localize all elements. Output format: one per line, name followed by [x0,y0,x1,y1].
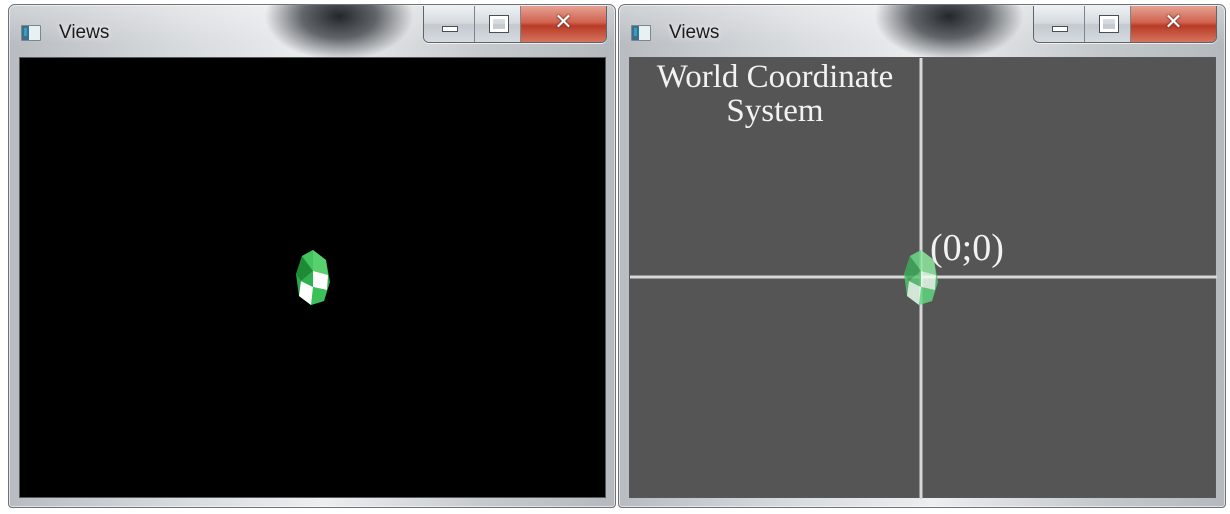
world-coordinate-label: World Coordinate System [630,60,920,128]
views-window-left: Views ✕ [8,4,616,508]
world-label-line2: System [726,93,824,129]
close-icon: ✕ [554,10,573,35]
minimize-button[interactable] [1034,6,1084,42]
maximize-button[interactable] [474,6,520,42]
viewport-scene [296,250,330,305]
app-window-icon[interactable] [21,25,41,41]
title-bar[interactable]: Views ✕ [9,5,615,55]
caption-buttons: ✕ [1033,6,1217,43]
maximize-button[interactable] [1084,6,1130,42]
viewport-black[interactable] [19,57,606,498]
minimize-button[interactable] [424,6,474,42]
origin-label: (0;0) [930,227,1004,269]
world-label-line1: World Coordinate [656,59,894,95]
views-window-right: Views ✕ World Coordinate System (0;0) [618,4,1226,508]
window-title: Views [669,22,720,43]
green-cube-object [296,250,330,305]
minimize-icon [442,26,458,32]
close-icon: ✕ [1164,10,1183,35]
viewport-world[interactable]: World Coordinate System (0;0) [629,57,1217,499]
close-button[interactable]: ✕ [1130,6,1216,42]
window-title: Views [59,22,110,43]
app-window-icon[interactable] [631,25,651,41]
close-button[interactable]: ✕ [520,6,606,42]
minimize-icon [1052,26,1068,32]
maximize-icon [489,15,509,33]
caption-buttons: ✕ [423,6,607,43]
maximize-icon [1099,15,1119,33]
title-bar[interactable]: Views ✕ [619,5,1225,55]
